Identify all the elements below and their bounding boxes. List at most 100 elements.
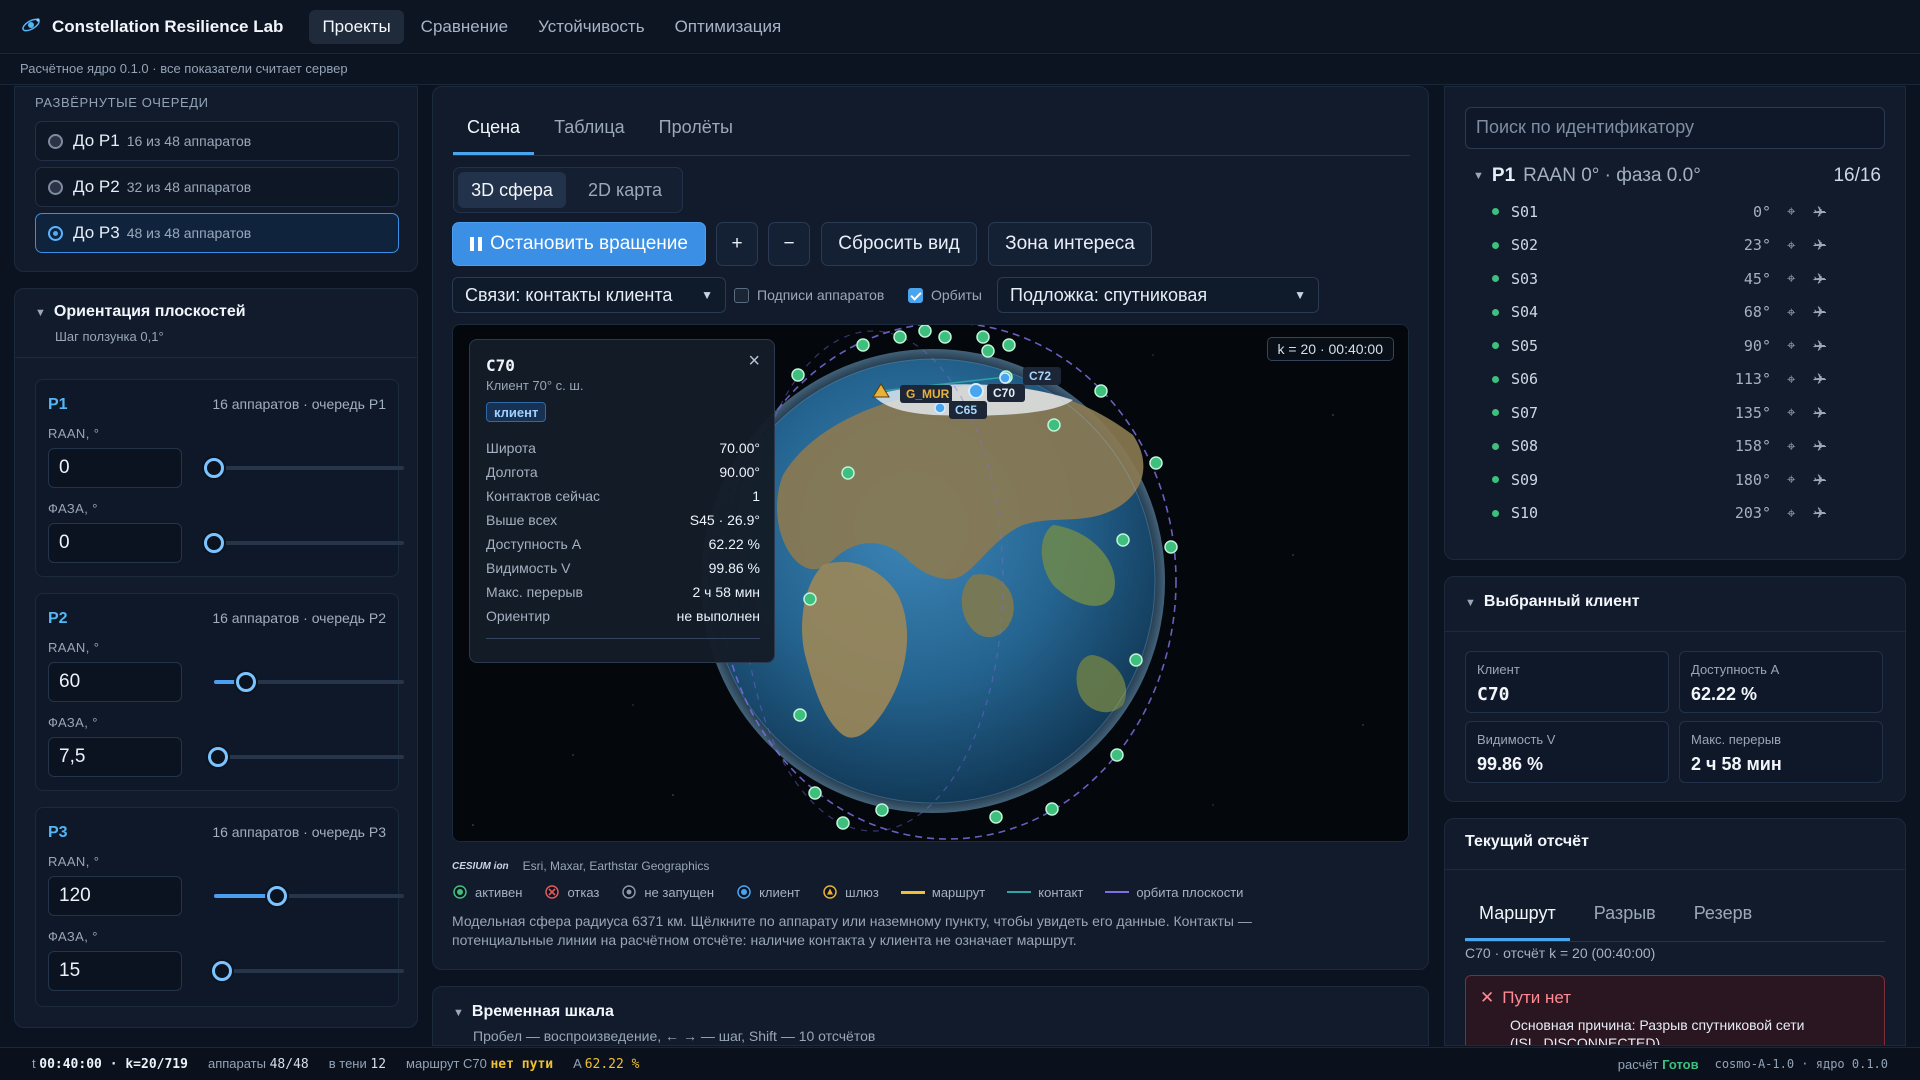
satellite-marker[interactable] (1149, 456, 1163, 470)
raan-input[interactable]: 60 (48, 662, 182, 702)
locate-icon[interactable]: ⌖ (1787, 505, 1795, 522)
links-select[interactable]: Связи: контакты клиента ▼ (452, 277, 726, 313)
queue-item-p3[interactable]: До P3 48 из 48 аппаратов (35, 213, 399, 253)
slider-thumb[interactable] (204, 533, 224, 553)
timeline-header[interactable]: ▼ Временная шкала (453, 1003, 614, 1021)
view-2d-map[interactable]: 2D карта (572, 172, 678, 208)
locate-icon[interactable]: ⌖ (1787, 304, 1795, 321)
radio-icon[interactable] (48, 179, 63, 195)
queue-item-p2[interactable]: До P2 32 из 48 аппаратов (35, 167, 399, 207)
tab-scene[interactable]: Сцена (453, 105, 535, 155)
satellite-marker[interactable] (893, 330, 907, 344)
plane-group-header[interactable]: ▼ P1 RAAN 0° · фаза 0.0° 16/16 (1473, 165, 1881, 187)
disable-satellite-icon[interactable]: ✈ (1813, 437, 1826, 455)
client-marker-c65[interactable] (934, 402, 946, 414)
satellite-marker[interactable] (791, 368, 805, 382)
checkbox-icon[interactable] (734, 287, 749, 303)
orbits-checkbox[interactable]: Орбиты (908, 287, 982, 303)
checkbox-checked-icon[interactable] (908, 287, 923, 303)
roi-button[interactable]: Зона интереса (988, 222, 1152, 266)
satellite-row-s06[interactable]: S06 113° ⌖ ✈ (1492, 363, 1880, 396)
satellite-marker[interactable] (976, 330, 990, 344)
tab-reserve[interactable]: Резерв (1680, 891, 1766, 941)
satellite-marker[interactable] (989, 810, 1003, 824)
disable-satellite-icon[interactable]: ✈ (1813, 236, 1826, 254)
disable-satellite-icon[interactable]: ✈ (1813, 370, 1826, 388)
locate-icon[interactable]: ⌖ (1787, 438, 1795, 455)
satellite-marker[interactable] (1045, 802, 1059, 816)
client-marker-c70[interactable] (968, 383, 984, 399)
satellite-marker[interactable] (1002, 338, 1016, 352)
satellite-row-s08[interactable]: S08 158° ⌖ ✈ (1492, 430, 1880, 463)
phase-slider[interactable] (211, 961, 404, 981)
disable-satellite-icon[interactable]: ✈ (1813, 404, 1826, 422)
locate-icon[interactable]: ⌖ (1787, 237, 1795, 254)
radio-selected-icon[interactable] (48, 225, 63, 241)
raan-input[interactable]: 0 (48, 448, 182, 488)
locate-icon[interactable]: ⌖ (1787, 471, 1795, 488)
tab-table[interactable]: Таблица (540, 105, 639, 155)
satellite-marker[interactable] (938, 330, 952, 344)
phase-slider[interactable] (208, 747, 404, 767)
satellite-marker[interactable] (793, 708, 807, 722)
satellite-marker[interactable] (1110, 748, 1124, 762)
locate-icon[interactable]: ⌖ (1787, 371, 1795, 388)
locate-icon[interactable]: ⌖ (1787, 337, 1795, 354)
raan-input[interactable]: 120 (48, 876, 182, 916)
raan-slider[interactable] (214, 672, 404, 692)
orientation-header[interactable]: ▼ Ориентация плоскостей (35, 303, 246, 321)
zoom-in-button[interactable]: + (716, 222, 758, 266)
satellite-row-s04[interactable]: S04 68° ⌖ ✈ (1492, 296, 1880, 329)
tab-passes[interactable]: Пролёты (645, 105, 747, 155)
disable-satellite-icon[interactable]: ✈ (1813, 337, 1826, 355)
tab-gap[interactable]: Разрыв (1580, 891, 1670, 941)
satellite-marker[interactable] (981, 344, 995, 358)
phase-input[interactable]: 15 (48, 951, 182, 991)
satellite-row-s09[interactable]: S09 180° ⌖ ✈ (1492, 463, 1880, 496)
satellite-marker[interactable] (856, 338, 870, 352)
stop-rotation-button[interactable]: Остановить вращение (452, 222, 706, 266)
disable-satellite-icon[interactable]: ✈ (1813, 303, 1826, 321)
reset-view-button[interactable]: Сбросить вид (821, 222, 977, 266)
satellite-row-s01[interactable]: S01 0° ⌖ ✈ (1492, 195, 1880, 228)
slider-thumb[interactable] (208, 747, 228, 767)
satellite-row-s05[interactable]: S05 90° ⌖ ✈ (1492, 329, 1880, 362)
locate-icon[interactable]: ⌖ (1787, 203, 1795, 220)
slider-thumb[interactable] (235, 672, 256, 692)
satellite-row-s07[interactable]: S07 135° ⌖ ✈ (1492, 396, 1880, 429)
satellite-marker[interactable] (803, 592, 817, 606)
disable-satellite-icon[interactable]: ✈ (1813, 203, 1826, 221)
phase-slider[interactable] (204, 533, 404, 553)
nav-resilience[interactable]: Устойчивость (525, 10, 658, 44)
satellite-marker[interactable] (918, 325, 932, 338)
tab-route[interactable]: Маршрут (1465, 891, 1570, 941)
raan-slider[interactable] (204, 458, 404, 478)
nav-projects[interactable]: Проекты (309, 9, 404, 44)
locate-icon[interactable]: ⌖ (1787, 270, 1795, 287)
disable-satellite-icon[interactable]: ✈ (1813, 504, 1826, 522)
slider-thumb[interactable] (211, 961, 232, 981)
nav-compare[interactable]: Сравнение (408, 10, 521, 44)
satellite-row-s10[interactable]: S10 203° ⌖ ✈ (1492, 497, 1880, 530)
phase-input[interactable]: 0 (48, 523, 182, 563)
disable-satellite-icon[interactable]: ✈ (1813, 270, 1826, 288)
close-icon[interactable]: × (748, 350, 760, 373)
queue-item-p1[interactable]: До P1 16 из 48 аппаратов (35, 121, 399, 161)
satellite-marker[interactable] (808, 786, 822, 800)
satellite-marker[interactable] (875, 803, 889, 817)
nav-optimization[interactable]: Оптимизация (662, 10, 795, 44)
view-3d-sphere[interactable]: 3D сфера (458, 172, 566, 208)
locate-icon[interactable]: ⌖ (1787, 404, 1795, 421)
disable-satellite-icon[interactable]: ✈ (1813, 471, 1826, 489)
satellite-marker[interactable] (1164, 540, 1178, 554)
phase-input[interactable]: 7,5 (48, 737, 182, 777)
zoom-out-button[interactable]: − (768, 222, 810, 266)
satellite-marker[interactable] (1094, 384, 1108, 398)
labels-checkbox[interactable]: Подписи аппаратов (734, 287, 884, 303)
satellite-marker[interactable] (841, 466, 855, 480)
satellite-marker[interactable] (836, 816, 850, 830)
search-input[interactable]: Поиск по идентификатору (1465, 107, 1885, 149)
globe-viewer[interactable]: G_MUR C65 C70 C72 k = 20 · 00:40:00 C70 … (452, 324, 1409, 842)
raan-slider[interactable] (214, 886, 404, 906)
satellite-row-s02[interactable]: S02 23° ⌖ ✈ (1492, 229, 1880, 262)
